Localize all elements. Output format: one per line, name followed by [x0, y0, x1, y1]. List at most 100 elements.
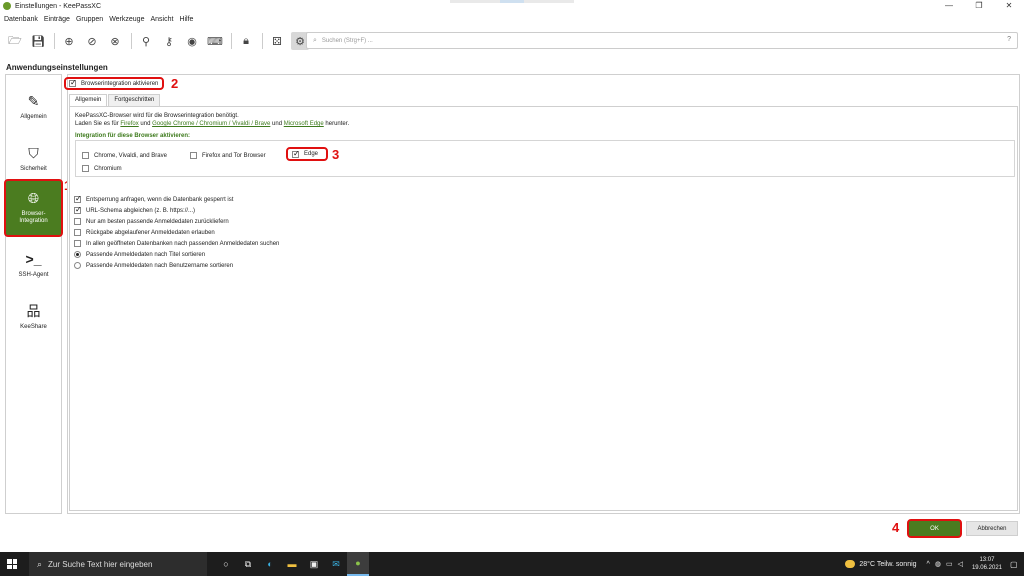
- radio-unselected-icon: [74, 262, 81, 269]
- checkbox-checked-icon: [292, 149, 300, 158]
- checkbox-checked-icon: [74, 194, 82, 203]
- chrome-link[interactable]: Google Chrome / Chromium / Vivaldi / Bra…: [152, 121, 270, 127]
- shield-icon: ⛉: [28, 144, 39, 161]
- clock-date: 19.06.2021: [971, 565, 1002, 571]
- task-view-icon[interactable]: ⧉: [237, 552, 259, 576]
- sidebar-item-label: KeeShare: [20, 323, 47, 330]
- option-label: Passende Anmeldedaten nach Titel sortier…: [86, 251, 206, 258]
- enable-browser-integration-checkbox[interactable]: Browserintegration aktivieren: [64, 77, 165, 90]
- firefox-link[interactable]: Firefox: [120, 121, 138, 127]
- option-allow-expired[interactable]: Rückgabe abgelaufener Anmeldedaten erlau…: [74, 229, 215, 236]
- taskbar-search-input[interactable]: ⌕ Zur Suche Text hier eingeben: [29, 552, 207, 576]
- info-text-suffix: herunter.: [325, 121, 350, 127]
- chevron-up-icon[interactable]: ^: [927, 561, 930, 568]
- option-sort-by-title[interactable]: Passende Anmeldedaten nach Titel sortier…: [74, 251, 205, 258]
- keepass-tray-icon[interactable]: ◍: [935, 560, 941, 568]
- store-icon[interactable]: ▣: [303, 552, 325, 576]
- system-tray: 28°C Teilw. sonnig ^ ◍ ▭ ◁ 13:07 19.06.2…: [845, 552, 1024, 576]
- start-button[interactable]: [0, 552, 24, 576]
- ok-button[interactable]: OK: [907, 519, 962, 538]
- autotype-icon[interactable]: ⌨: [206, 32, 224, 50]
- info-text-prefix: Laden Sie es für: [75, 121, 119, 127]
- maximize-button[interactable]: ❐: [964, 0, 994, 12]
- copy-username-icon[interactable]: ⚲: [137, 32, 155, 50]
- option-search-all-databases[interactable]: In allen geöffneten Datenbanken nach pas…: [74, 240, 279, 247]
- annotation-marker-2: 2: [171, 76, 179, 91]
- info-text-line1: KeePassXC-Browser wird für die Browserin…: [75, 113, 239, 119]
- option-unlock-request[interactable]: Entsperrung anfragen, wenn die Datenbank…: [74, 194, 233, 203]
- tab-allgemein[interactable]: Allgemein: [69, 94, 108, 106]
- sidebar-item-allgemein[interactable]: ✎ Allgemein: [6, 81, 61, 133]
- terminal-icon: >_: [25, 250, 42, 267]
- close-button[interactable]: ✕: [994, 0, 1024, 12]
- open-database-icon[interactable]: 🗁: [6, 32, 24, 50]
- keepassxc-taskbar-icon[interactable]: ●: [347, 552, 369, 576]
- save-database-icon[interactable]: 💾︎: [29, 32, 47, 50]
- menu-werkzeuge[interactable]: Werkzeuge: [109, 16, 144, 23]
- file-explorer-icon[interactable]: ▬: [281, 552, 303, 576]
- browser-label: Chromium: [94, 165, 122, 172]
- option-label: In allen geöffneten Datenbanken nach pas…: [86, 240, 280, 247]
- toolbar-separator: [231, 33, 232, 49]
- checkbox-checked-icon: [74, 205, 82, 214]
- copy-password-icon[interactable]: ⚷: [160, 32, 178, 50]
- option-url-scheme[interactable]: URL-Schema abgleichen (z. B. https://...…: [74, 205, 196, 214]
- mail-icon[interactable]: ✉: [325, 552, 347, 576]
- option-label: Passende Anmeldedaten nach Benutzername …: [86, 262, 234, 269]
- edge-browser-icon[interactable]: ◐: [259, 552, 281, 576]
- title-bar: Einstellungen - KeePassXC — ❐ ✕: [0, 0, 1024, 12]
- taskbar-search-placeholder: Zur Suche Text hier eingeben: [48, 559, 153, 569]
- windows-taskbar: ⌕ Zur Suche Text hier eingeben ○ ⧉ ◐ ▬ ▣…: [0, 552, 1024, 576]
- edge-link[interactable]: Microsoft Edge: [284, 121, 324, 127]
- tab-fortgeschritten[interactable]: Fortgeschritten: [108, 94, 161, 106]
- menu-hilfe[interactable]: Hilfe: [179, 16, 193, 23]
- option-best-match-only[interactable]: Nur am besten passende Anmeldedaten zurü…: [74, 218, 229, 225]
- checkbox-checked-icon: [69, 78, 77, 87]
- option-label: Nur am besten passende Anmeldedaten zurü…: [86, 218, 229, 225]
- checkbox-unchecked-icon: [74, 218, 81, 225]
- windows-logo-icon: [7, 559, 17, 569]
- browser-checkbox-chrome[interactable]: Chrome, Vivaldi, and Brave: [82, 152, 167, 159]
- sidebar-item-label: Sicherheit: [20, 165, 47, 172]
- menu-datenbank[interactable]: Datenbank: [4, 16, 38, 23]
- sidebar-item-sicherheit[interactable]: ⛉ Sicherheit: [6, 133, 61, 185]
- option-label: URL-Schema abgleichen (z. B. https://...…: [86, 207, 196, 214]
- menu-gruppen[interactable]: Gruppen: [76, 16, 103, 23]
- menu-eintraege[interactable]: Einträge: [44, 16, 70, 23]
- option-sort-by-username[interactable]: Passende Anmeldedaten nach Benutzername …: [74, 262, 233, 269]
- clock[interactable]: 13:07 19.06.2021: [972, 556, 1002, 572]
- settings-sidebar: ✎ Allgemein ⛉ Sicherheit 🌐︎ Browser- Inte…: [4, 74, 63, 514]
- network-tray-icon[interactable]: ▭: [946, 560, 953, 568]
- notification-icon[interactable]: ▢: [1010, 560, 1020, 569]
- sidebar-item-ssh-agent[interactable]: >_ SSH-Agent: [6, 239, 61, 291]
- browser-checkbox-firefox[interactable]: Firefox and Tor Browser: [190, 152, 266, 159]
- search-icon: ⌕: [37, 558, 43, 569]
- weather-sun-icon: [845, 560, 856, 568]
- search-help-icon[interactable]: ?: [1007, 36, 1011, 43]
- lock-database-icon[interactable]: 🔒︎: [237, 32, 255, 50]
- copy-url-icon[interactable]: ◉: [183, 32, 201, 50]
- sidebar-item-keeshare[interactable]: 品 KeeShare: [6, 291, 61, 343]
- password-generator-icon[interactable]: ⚄: [268, 32, 286, 50]
- volume-icon[interactable]: ◁: [958, 560, 963, 568]
- edit-entry-icon[interactable]: ⊘: [83, 32, 101, 50]
- weather-widget[interactable]: 28°C Teilw. sonnig: [845, 560, 917, 568]
- radio-selected-icon: [74, 251, 81, 258]
- search-input[interactable]: ⌕ Suchen (Strg+F) ... ?: [306, 32, 1018, 49]
- cancel-button[interactable]: Abbrechen: [966, 521, 1018, 536]
- menu-ansicht[interactable]: Ansicht: [150, 16, 173, 23]
- edit-icon: ✎: [27, 92, 40, 109]
- info-text-and: und: [272, 121, 283, 127]
- delete-entry-icon[interactable]: ⊗: [106, 32, 124, 50]
- sidebar-item-label: Allgemein: [20, 113, 47, 120]
- browser-label: Firefox and Tor Browser: [202, 152, 266, 159]
- globe-icon: 🌐︎: [27, 190, 40, 206]
- add-entry-icon[interactable]: ⊕: [60, 32, 78, 50]
- sidebar-item-browser-integration[interactable]: 🌐︎ Browser- Integration: [4, 179, 63, 237]
- network-icon: 品: [26, 302, 41, 319]
- browser-checkbox-edge[interactable]: Edge: [286, 147, 328, 161]
- search-icon: ⌕: [313, 36, 317, 44]
- cortana-icon[interactable]: ○: [215, 552, 237, 576]
- browser-checkbox-chromium[interactable]: Chromium: [82, 165, 122, 172]
- minimize-button[interactable]: —: [934, 0, 964, 12]
